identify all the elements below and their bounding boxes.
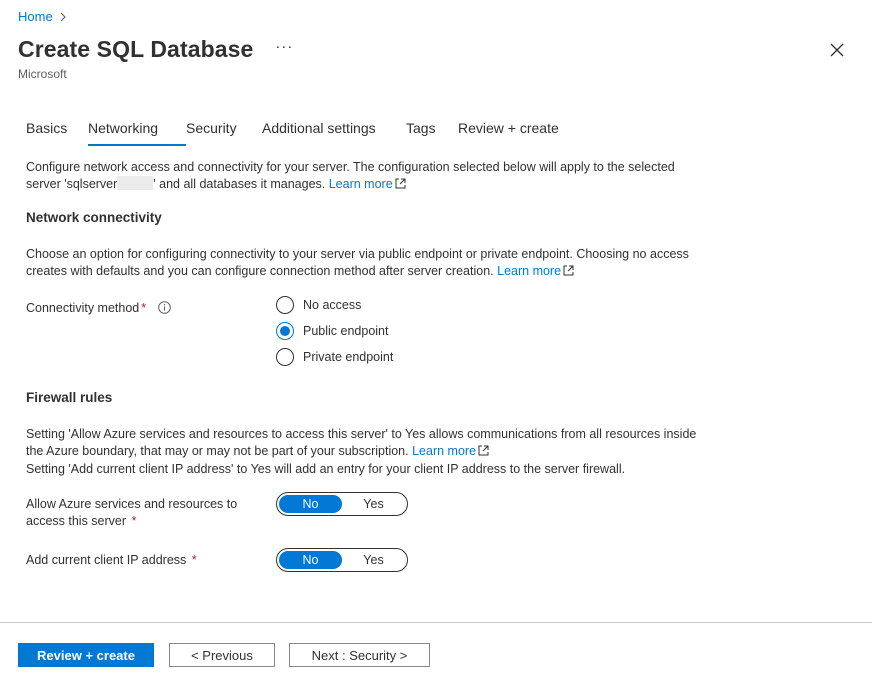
add-client-ip-label: Add current client IP address * — [26, 553, 197, 567]
required-marker: * — [141, 301, 147, 315]
toggle-option-no[interactable]: No — [279, 551, 342, 569]
radio-button[interactable] — [276, 296, 294, 314]
intro-line-1: Configure network access and connectivit… — [26, 160, 675, 174]
publisher-subtitle: Microsoft — [18, 67, 67, 81]
title-row: Create SQL Database ··· — [18, 36, 293, 63]
tab-security[interactable]: Security — [186, 120, 262, 146]
previous-button[interactable]: < Previous — [169, 643, 275, 667]
next-security-button[interactable]: Next : Security > — [289, 643, 430, 667]
tab-tags[interactable]: Tags — [406, 120, 458, 146]
radio-private-endpoint[interactable]: Private endpoint — [276, 348, 393, 366]
firewall-learn-more-link[interactable]: Learn more — [412, 444, 489, 458]
redacted-server-name — [117, 176, 154, 190]
firewall-description: Setting 'Allow Azure services and resour… — [26, 427, 697, 476]
required-marker: * — [131, 514, 137, 528]
review-create-button[interactable]: Review + create — [18, 643, 154, 667]
tab-additional-settings[interactable]: Additional settings — [262, 120, 406, 146]
breadcrumb-home-link[interactable]: Home — [18, 9, 53, 24]
add-client-ip-toggle[interactable]: No Yes — [276, 548, 408, 572]
radio-button-selected[interactable] — [276, 322, 294, 340]
radio-public-endpoint[interactable]: Public endpoint — [276, 322, 388, 340]
breadcrumb: Home — [18, 9, 67, 24]
tab-review-create[interactable]: Review + create — [458, 120, 568, 146]
external-link-icon — [478, 444, 489, 461]
connectivity-method-label: Connectivity method * — [26, 300, 171, 317]
allow-azure-services-toggle[interactable]: No Yes — [276, 492, 408, 516]
network-connectivity-title: Network connectivity — [26, 210, 162, 225]
toggle-option-yes[interactable]: Yes — [342, 551, 405, 569]
toggle-option-yes[interactable]: Yes — [342, 495, 405, 513]
footer-divider — [0, 622, 872, 623]
tab-networking[interactable]: Networking — [88, 120, 186, 146]
chevron-right-icon — [59, 12, 67, 22]
page-title: Create SQL Database — [18, 36, 254, 62]
external-link-icon — [395, 177, 406, 194]
required-marker: * — [191, 553, 197, 567]
radio-no-access[interactable]: No access — [276, 296, 361, 314]
close-button[interactable] — [829, 42, 845, 58]
wizard-tabs: Basics Networking Security Additional se… — [26, 120, 568, 146]
network-connectivity-description: Choose an option for configuring connect… — [26, 246, 689, 281]
intro-text: Configure network access and connectivit… — [26, 159, 675, 194]
network-learn-more-link[interactable]: Learn more — [497, 264, 574, 278]
close-icon — [830, 43, 844, 57]
info-icon[interactable] — [157, 301, 171, 314]
firewall-rules-title: Firewall rules — [26, 390, 113, 405]
tab-basics[interactable]: Basics — [26, 120, 88, 146]
intro-learn-more-link[interactable]: Learn more — [329, 177, 406, 191]
more-options-button[interactable]: ··· — [275, 38, 293, 55]
radio-button[interactable] — [276, 348, 294, 366]
toggle-option-no[interactable]: No — [279, 495, 342, 513]
intro-line-2: server 'sqlserver ' and all databases it … — [26, 176, 675, 194]
allow-azure-services-label: Allow Azure services and resources to ac… — [26, 497, 238, 528]
external-link-icon — [563, 264, 574, 281]
